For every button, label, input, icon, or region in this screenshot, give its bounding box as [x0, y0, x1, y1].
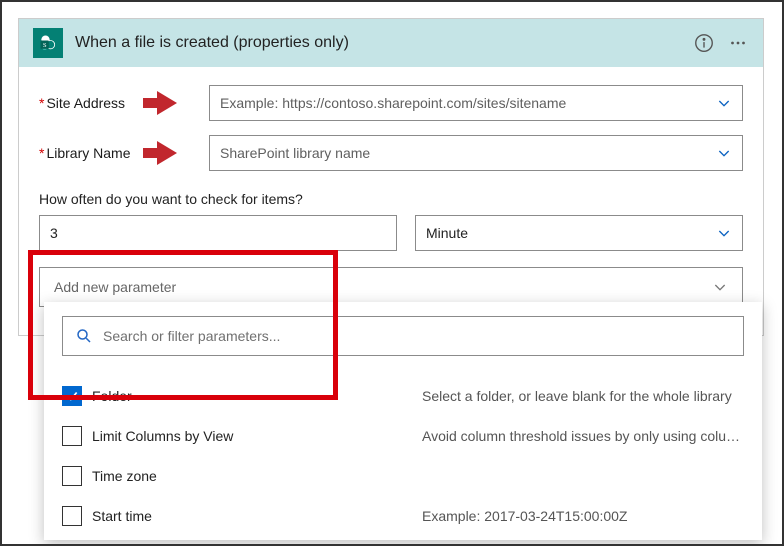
frequency-unit: Minute — [426, 225, 716, 241]
option-description: Avoid column threshold issues by only us… — [422, 428, 744, 444]
library-name-row: *Library Name SharePoint library name — [39, 135, 743, 171]
option-label: Time zone — [92, 468, 412, 484]
card-header[interactable]: S When a file is created (properties onl… — [19, 19, 763, 67]
chevron-down-icon — [716, 225, 732, 241]
library-name-input[interactable]: SharePoint library name — [209, 135, 743, 171]
frequency-value: 3 — [50, 225, 58, 241]
trigger-card: S When a file is created (properties onl… — [18, 18, 764, 336]
svg-text:S: S — [43, 42, 47, 49]
info-icon[interactable] — [693, 32, 715, 54]
frequency-value-input[interactable]: 3 — [39, 215, 397, 251]
parameter-search-input[interactable]: Search or filter parameters... — [62, 316, 744, 356]
option-description: Example: 2017-03-24T15:00:00Z — [422, 508, 744, 524]
add-parameter-placeholder: Add new parameter — [54, 279, 712, 295]
arrow-icon — [157, 91, 177, 115]
site-address-input[interactable]: Example: https://contoso.sharepoint.com/… — [209, 85, 743, 121]
option-folder[interactable]: Folder Select a folder, or leave blank f… — [62, 376, 744, 416]
option-time-zone[interactable]: Time zone — [62, 456, 744, 496]
frequency-unit-select[interactable]: Minute — [415, 215, 743, 251]
option-description: Select a folder, or leave blank for the … — [422, 388, 744, 404]
parameter-dropdown: Search or filter parameters... Folder Se… — [44, 302, 762, 540]
chevron-down-icon — [716, 95, 732, 111]
add-parameter-select[interactable]: Add new parameter — [39, 267, 743, 307]
frequency-row: 3 Minute — [39, 215, 743, 251]
search-placeholder: Search or filter parameters... — [103, 328, 280, 344]
option-label: Folder — [92, 388, 412, 404]
chevron-down-icon — [712, 279, 728, 295]
chevron-down-icon — [716, 145, 732, 161]
option-label: Start time — [92, 508, 412, 524]
card-title: When a file is created (properties only) — [75, 34, 681, 52]
checkbox-unchecked[interactable] — [62, 506, 82, 526]
site-address-row: *Site Address Example: https://contoso.s… — [39, 85, 743, 121]
frequency-label: How often do you want to check for items… — [39, 191, 743, 207]
option-label: Limit Columns by View — [92, 428, 412, 444]
arrow-icon — [157, 141, 177, 165]
card-body: *Site Address Example: https://contoso.s… — [19, 67, 763, 335]
checkbox-checked[interactable] — [62, 386, 82, 406]
search-icon — [75, 327, 93, 345]
sharepoint-icon: S — [33, 28, 63, 58]
checkbox-unchecked[interactable] — [62, 426, 82, 446]
option-limit-columns[interactable]: Limit Columns by View Avoid column thres… — [62, 416, 744, 456]
site-address-label: *Site Address — [39, 95, 149, 111]
library-name-label: *Library Name — [39, 145, 149, 161]
more-icon[interactable] — [727, 32, 749, 54]
checkbox-unchecked[interactable] — [62, 466, 82, 486]
library-name-placeholder: SharePoint library name — [220, 145, 716, 161]
site-address-placeholder: Example: https://contoso.sharepoint.com/… — [220, 95, 716, 111]
option-start-time[interactable]: Start time Example: 2017-03-24T15:00:00Z — [62, 496, 744, 536]
